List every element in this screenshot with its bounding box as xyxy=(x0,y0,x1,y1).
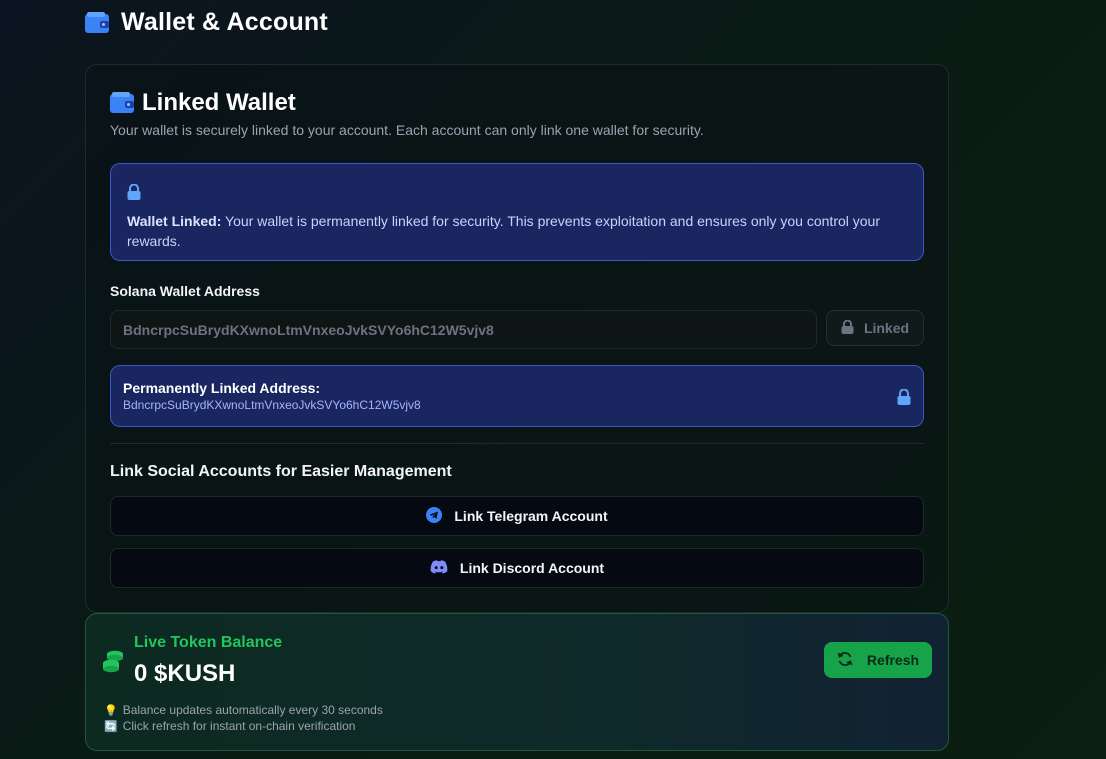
hint-auto-text: Balance updates automatically every 30 s… xyxy=(122,703,383,717)
divider xyxy=(110,443,924,444)
discord-icon xyxy=(430,559,448,577)
social-heading: Link Social Accounts for Easier Manageme… xyxy=(110,463,452,480)
balance-card: Live Token Balance 0 $KUSH Refresh 💡 Bal… xyxy=(85,613,949,751)
refresh-label: Refresh xyxy=(866,652,920,668)
refresh-button[interactable]: Refresh xyxy=(824,642,932,678)
wallet-icon xyxy=(110,92,134,114)
coins-icon xyxy=(102,650,124,679)
hint-refresh-text: Click refresh for instant on-chain verif… xyxy=(122,719,356,733)
balance-title: Live Token Balance xyxy=(134,634,283,651)
link-discord-label: Link Discord Account xyxy=(459,560,605,576)
refresh-emoji-icon: 🔄 xyxy=(104,720,118,733)
card-subtitle: Your wallet is securely linked to your a… xyxy=(110,122,704,138)
refresh-icon xyxy=(837,651,853,670)
permanent-address-value: BdncrpcSuBrydKXwnoLtmVnxeoJvkSVYo6hC12W5… xyxy=(123,398,421,412)
address-label: Solana Wallet Address xyxy=(110,283,260,299)
wallet-linked-notice: Wallet Linked: Your wallet is permanentl… xyxy=(110,163,924,261)
link-discord-button[interactable]: Link Discord Account xyxy=(110,548,924,588)
link-telegram-label: Link Telegram Account xyxy=(454,508,608,524)
link-telegram-button[interactable]: Link Telegram Account xyxy=(110,496,924,536)
balance-hint-refresh: 🔄 Click refresh for instant on-chain ver… xyxy=(104,719,355,733)
wallet-icon xyxy=(85,11,109,34)
card-title-row: Linked Wallet xyxy=(110,89,296,117)
wallet-address-input[interactable] xyxy=(110,310,817,349)
page-header: Wallet & Account xyxy=(85,8,328,37)
page-title: Wallet & Account xyxy=(121,8,328,36)
lightbulb-icon: 💡 xyxy=(104,704,118,717)
permanent-address-label: Permanently Linked Address: xyxy=(123,380,321,396)
notice-text: Wallet Linked: Your wallet is permanentl… xyxy=(127,211,907,251)
balance-value: 0 $KUSH xyxy=(134,660,236,687)
notice-strong: Wallet Linked: xyxy=(127,213,222,229)
linked-wallet-card: Linked Wallet Your wallet is securely li… xyxy=(85,64,949,613)
balance-hint-auto: 💡 Balance updates automatically every 30… xyxy=(104,703,383,717)
permanent-address-box: Permanently Linked Address: BdncrpcSuBry… xyxy=(110,365,924,427)
lock-icon xyxy=(127,183,141,204)
card-title: Linked Wallet xyxy=(142,89,296,116)
lock-icon xyxy=(841,319,854,337)
notice-body: Your wallet is permanently linked for se… xyxy=(127,213,880,249)
telegram-icon xyxy=(426,506,443,526)
lock-icon xyxy=(897,388,911,410)
linked-button[interactable]: Linked xyxy=(826,310,924,346)
linked-button-label: Linked xyxy=(863,320,910,336)
